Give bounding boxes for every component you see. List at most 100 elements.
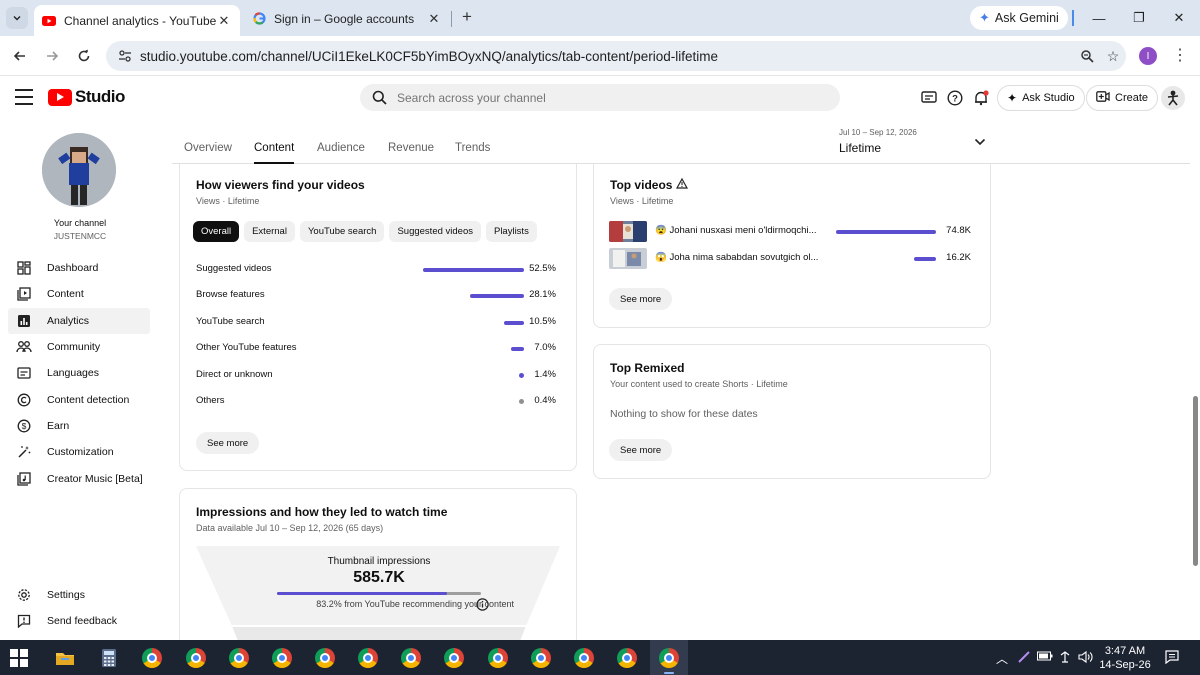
google-icon [252, 12, 266, 26]
volume-icon[interactable] [1078, 650, 1094, 667]
sidebar-item-community[interactable]: Community [8, 334, 150, 360]
warning-icon[interactable] [675, 177, 689, 192]
channel-avatar[interactable] [42, 133, 116, 207]
new-tab-button[interactable]: + [456, 6, 478, 28]
info-icon[interactable] [476, 598, 489, 614]
tab-content[interactable]: Content [254, 142, 295, 164]
notification-center-icon[interactable] [1164, 649, 1180, 665]
zoom-icon[interactable] [1074, 45, 1100, 67]
period-selector[interactable]: Jul 10 – Sep 12, 2026 Lifetime [839, 128, 917, 155]
chevron-up-icon[interactable]: ︿ [996, 650, 1008, 667]
youtube-studio-logo[interactable]: Studio [48, 87, 125, 107]
page-scrollbar[interactable] [1190, 119, 1200, 640]
sidebar-item-settings[interactable]: Settings [8, 582, 150, 608]
account-avatar[interactable] [1161, 86, 1185, 110]
profile-avatar[interactable]: I [1139, 47, 1157, 65]
chrome-icon[interactable] [139, 645, 165, 671]
tab-revenue[interactable]: Revenue [388, 142, 434, 162]
sidebar-item-content[interactable]: Content [8, 281, 150, 307]
calculator-icon[interactable] [96, 645, 122, 671]
chrome-profile-icon[interactable] [528, 645, 554, 671]
arrow-right-icon [47, 51, 59, 61]
sidebar-item-dashboard[interactable]: Dashboard [8, 255, 150, 281]
sidebar-item-content-detection[interactable]: Content detection [8, 387, 150, 413]
chip-youtube-search[interactable]: YouTube search [299, 221, 385, 242]
chrome-profile-icon[interactable] [571, 645, 597, 671]
reload-icon [78, 49, 90, 62]
browser-menu-icon[interactable]: ⋮ [1172, 45, 1188, 67]
chrome-profile-icon[interactable] [614, 645, 640, 671]
minimize-button[interactable]: — [1084, 6, 1114, 30]
chrome-profile-icon[interactable] [441, 645, 467, 671]
empty-state-text: Nothing to show for these dates [610, 408, 758, 420]
chrome-profile-icon[interactable] [183, 645, 209, 671]
video-title: 😨 Johani nusxasi meni o'ldirmoqchi... [655, 225, 817, 236]
back-button[interactable] [9, 45, 31, 67]
source-label: Other YouTube features [196, 342, 297, 354]
bookmark-star-icon[interactable]: ☆ [1100, 45, 1126, 67]
sidebar-item-earn[interactable]: $ Earn [8, 413, 150, 439]
chrome-profile-icon[interactable] [226, 645, 252, 671]
chrome-profile-icon[interactable] [398, 645, 424, 671]
site-info-icon[interactable] [116, 47, 134, 65]
sidebar-item-analytics[interactable]: Analytics [8, 308, 150, 334]
battery-icon[interactable] [1037, 650, 1053, 664]
chip-suggested-videos[interactable]: Suggested videos [389, 221, 481, 242]
search-input[interactable] [397, 90, 797, 105]
tab-search-button[interactable] [6, 7, 28, 29]
chrome-profile-icon[interactable] [355, 645, 381, 671]
tab-audience[interactable]: Audience [317, 142, 365, 162]
sidebar-item-languages[interactable]: Languages [8, 360, 150, 386]
tab-overview[interactable]: Overview [184, 142, 232, 162]
channel-search[interactable] [360, 84, 840, 111]
svg-text:?: ? [952, 94, 958, 105]
sidebar-item-send-feedback[interactable]: Send feedback [8, 608, 150, 634]
card-title: Top videos [610, 178, 673, 192]
restore-button[interactable]: ❐ [1124, 6, 1154, 30]
funnel-value: 585.7K [353, 569, 405, 586]
close-tab-icon[interactable]: ✕ [216, 13, 232, 29]
create-button[interactable]: Create [1086, 85, 1159, 111]
reload-button[interactable] [73, 45, 95, 67]
chip-playlists[interactable]: Playlists [485, 221, 537, 242]
stick-figure-icon [1167, 90, 1179, 106]
windows-start-icon[interactable] [10, 649, 28, 667]
close-window-button[interactable]: ✕ [1164, 6, 1194, 30]
see-more-button[interactable]: See more [609, 439, 673, 461]
card-title: How viewers find your videos [196, 178, 365, 192]
sidebar-item-creator-music[interactable]: Creator Music [Beta] [8, 466, 150, 492]
recommend-note: 83.2% from YouTube recommending your con… [316, 599, 514, 609]
sidebar-item-label: Send feedback [47, 615, 118, 627]
chrome-profile-icon[interactable] [269, 645, 295, 671]
chip-external[interactable]: External [244, 221, 295, 242]
chrome-active-icon[interactable] [656, 645, 682, 671]
close-tab-icon[interactable]: ✕ [426, 11, 442, 27]
tab-trends[interactable]: Trends [455, 142, 490, 162]
scrollbar-thumb[interactable] [1193, 396, 1198, 566]
browser-tab-youtube-studio[interactable]: Channel analytics - YouTube Stu ✕ [34, 5, 240, 36]
top-video-row[interactable]: 😱 Joha nima sababdan sovutgich ol... 16.… [609, 248, 971, 270]
hamburger-menu-icon[interactable] [15, 89, 33, 105]
ask-studio-button[interactable]: ✦ Ask Studio [997, 85, 1085, 111]
address-bar[interactable]: studio.youtube.com/channel/UCiI1EkeLK0CF… [106, 41, 1126, 71]
browser-tab-google-signin[interactable]: Sign in – Google accounts ✕ [244, 5, 450, 32]
magic-wand-icon [16, 444, 32, 460]
chrome-profile-icon[interactable] [485, 645, 511, 671]
chrome-profile-icon[interactable] [312, 645, 338, 671]
file-explorer-icon[interactable] [52, 645, 78, 671]
top-video-row[interactable]: 😨 Johani nusxasi meni o'ldirmoqchi... 74… [609, 221, 971, 243]
ask-gemini-button[interactable]: ✦ Ask Gemini [970, 6, 1068, 30]
taskbar-clock[interactable]: 3:47 AM 14-Sep-26 [1096, 644, 1154, 672]
help-icon[interactable]: ? [945, 88, 965, 108]
pen-icon[interactable] [1017, 650, 1031, 667]
see-more-button[interactable]: See more [196, 432, 260, 454]
funnel-label: Thumbnail impressions [327, 556, 431, 567]
forward-button[interactable] [41, 45, 63, 67]
see-more-button[interactable]: See more [609, 288, 673, 310]
subtitles-icon[interactable] [919, 88, 939, 108]
chevron-down-icon[interactable] [972, 134, 988, 150]
sidebar-item-customization[interactable]: Customization [8, 439, 150, 465]
network-icon[interactable] [1058, 650, 1072, 667]
notifications-bell-icon[interactable] [971, 88, 991, 108]
chip-overall[interactable]: Overall [193, 221, 240, 242]
